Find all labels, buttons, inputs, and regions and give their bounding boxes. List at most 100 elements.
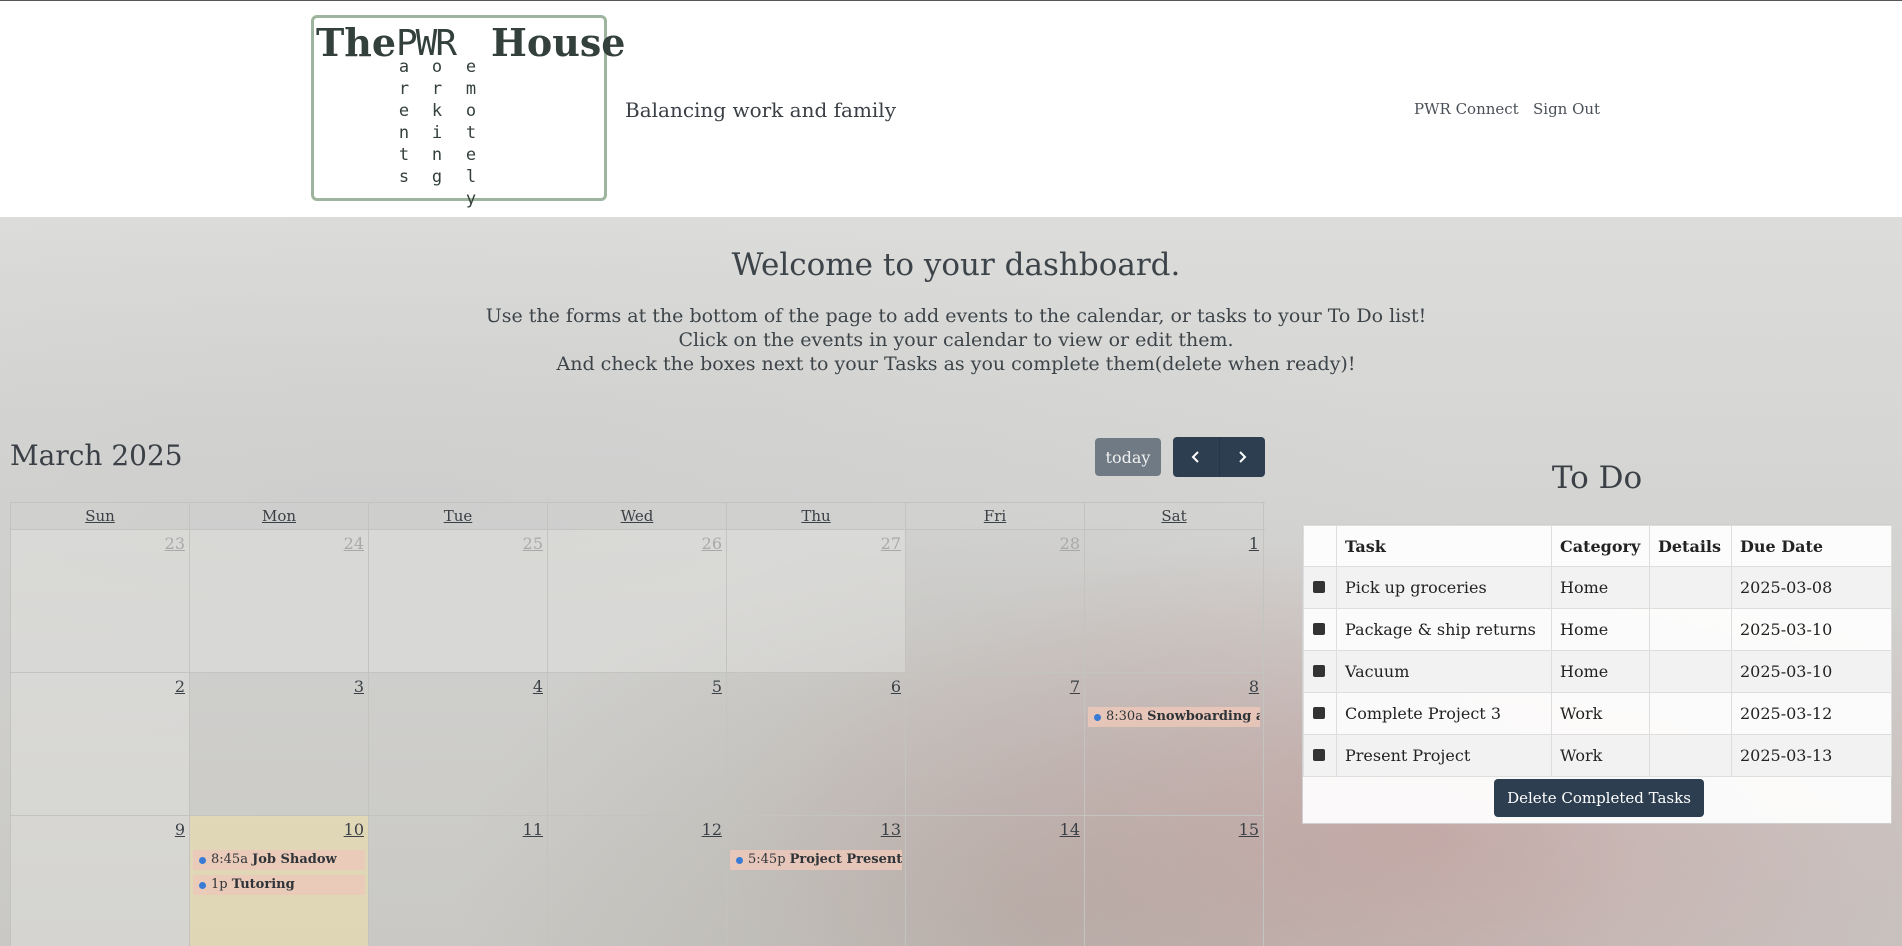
site-logo[interactable]: The PWR House a r e n t s o r k i n g e … xyxy=(311,15,625,209)
calendar-title: March 2025 xyxy=(10,439,183,472)
day-cell[interactable]: 28 xyxy=(906,530,1085,673)
day-cell[interactable]: 24 xyxy=(190,530,369,673)
day-header-mon[interactable]: Mon xyxy=(190,503,369,529)
calendar-event[interactable]: 5:45p Project Presentat xyxy=(730,850,902,870)
task-name: Present Project xyxy=(1336,734,1552,777)
event-title: Tutoring xyxy=(231,877,295,892)
day-number[interactable]: 7 xyxy=(1070,677,1080,696)
todo-table: Task Category Details Due Date Pick up g… xyxy=(1303,525,1892,777)
task-name: Vacuum xyxy=(1336,650,1552,693)
day-cell[interactable]: 11 xyxy=(369,816,548,946)
prev-month-button[interactable] xyxy=(1173,437,1219,477)
day-number[interactable]: 24 xyxy=(344,534,364,553)
task-checkbox-cell xyxy=(1303,734,1337,777)
task-category: Home xyxy=(1551,566,1650,609)
task-checkbox[interactable] xyxy=(1313,623,1325,635)
day-header-wed[interactable]: Wed xyxy=(548,503,727,529)
calendar-event[interactable]: 1p Tutoring xyxy=(193,875,365,895)
day-cell-today[interactable]: 10 8:45a Job Shadow 1p Tutoring xyxy=(190,816,369,946)
next-month-button[interactable] xyxy=(1218,437,1266,477)
event-dot-icon xyxy=(1094,714,1101,721)
logo-parents: a r e n t s xyxy=(398,57,410,187)
day-number[interactable]: 28 xyxy=(1060,534,1080,553)
calendar-body: 23 24 25 26 27 28 1 2 3 4 5 6 7 8 8:30a … xyxy=(10,530,1265,946)
day-number[interactable]: 12 xyxy=(702,820,722,839)
event-time: 5:45p xyxy=(748,852,786,867)
day-cell[interactable]: 27 xyxy=(727,530,906,673)
calendar-event[interactable]: 8:45a Job Shadow xyxy=(193,850,365,870)
day-number[interactable]: 15 xyxy=(1239,820,1259,839)
todo-panel: Task Category Details Due Date Pick up g… xyxy=(1302,524,1892,824)
day-cell[interactable]: 4 xyxy=(369,673,548,816)
day-number[interactable]: 8 xyxy=(1249,677,1259,696)
day-header-fri[interactable]: Fri xyxy=(906,503,1085,529)
day-number[interactable]: 1 xyxy=(1249,534,1259,553)
todo-header-category: Category xyxy=(1551,525,1650,567)
table-row: Present Project Work 2025-03-13 xyxy=(1303,734,1892,777)
task-checkbox[interactable] xyxy=(1313,581,1325,593)
day-number[interactable]: 9 xyxy=(175,820,185,839)
task-due: 2025-03-10 xyxy=(1731,650,1892,693)
day-cell[interactable]: 25 xyxy=(369,530,548,673)
day-number[interactable]: 13 xyxy=(881,820,901,839)
page-title: Welcome to your dashboard. xyxy=(731,247,1181,283)
event-time: 8:30a xyxy=(1106,709,1143,724)
day-number[interactable]: 27 xyxy=(881,534,901,553)
day-number[interactable]: 14 xyxy=(1060,820,1080,839)
day-cell[interactable]: 1 xyxy=(1085,530,1264,673)
day-cell[interactable]: 5 xyxy=(548,673,727,816)
task-category: Home xyxy=(1551,650,1650,693)
day-cell[interactable]: 9 xyxy=(11,816,190,946)
nav-pwr-connect[interactable]: PWR Connect xyxy=(1414,100,1519,118)
task-due: 2025-03-10 xyxy=(1731,608,1892,651)
calendar-grid: Sun Mon Tue Wed Thu Fri Sat 23 24 25 26 … xyxy=(10,502,1265,946)
day-number[interactable]: 23 xyxy=(165,534,185,553)
todo-header-task: Task xyxy=(1336,525,1552,567)
day-cell[interactable]: 14 xyxy=(906,816,1085,946)
day-cell[interactable]: 2 xyxy=(11,673,190,816)
day-header-tue[interactable]: Tue xyxy=(369,503,548,529)
day-number[interactable]: 10 xyxy=(344,820,364,839)
task-checkbox[interactable] xyxy=(1313,665,1325,677)
site-header: The PWR House a r e n t s o r k i n g e … xyxy=(0,1,1902,217)
calendar-event[interactable]: 8:30a Snowboarding at xyxy=(1088,707,1260,727)
day-cell[interactable]: 15 xyxy=(1085,816,1264,946)
table-row: Package & ship returns Home 2025-03-10 xyxy=(1303,608,1892,651)
day-cell[interactable]: 13 5:45p Project Presentat xyxy=(727,816,906,946)
task-checkbox[interactable] xyxy=(1313,707,1325,719)
day-cell[interactable]: 6 xyxy=(727,673,906,816)
calendar-nav xyxy=(1173,437,1265,477)
day-number[interactable]: 3 xyxy=(354,677,364,696)
day-cell[interactable]: 23 xyxy=(11,530,190,673)
task-details xyxy=(1649,650,1732,693)
delete-completed-button[interactable]: Delete Completed Tasks xyxy=(1494,779,1704,817)
task-due: 2025-03-13 xyxy=(1731,734,1892,777)
task-due: 2025-03-12 xyxy=(1731,692,1892,735)
day-number[interactable]: 26 xyxy=(702,534,722,553)
nav-sign-out[interactable]: Sign Out xyxy=(1533,100,1600,118)
day-header-sat[interactable]: Sat xyxy=(1085,503,1264,529)
day-number[interactable]: 6 xyxy=(891,677,901,696)
day-cell[interactable]: 8 8:30a Snowboarding at xyxy=(1085,673,1264,816)
day-header-thu[interactable]: Thu xyxy=(727,503,906,529)
day-number[interactable]: 5 xyxy=(712,677,722,696)
event-time: 1p xyxy=(211,877,228,892)
day-number[interactable]: 25 xyxy=(523,534,543,553)
day-cell[interactable]: 12 xyxy=(548,816,727,946)
today-button[interactable]: today xyxy=(1095,438,1161,476)
event-dot-icon xyxy=(199,882,206,889)
task-name: Complete Project 3 xyxy=(1336,692,1552,735)
day-number[interactable]: 11 xyxy=(523,820,543,839)
day-cell[interactable]: 26 xyxy=(548,530,727,673)
task-checkbox[interactable] xyxy=(1313,749,1325,761)
todo-header-due: Due Date xyxy=(1731,525,1892,567)
task-category: Work xyxy=(1551,692,1650,735)
day-number[interactable]: 2 xyxy=(175,677,185,696)
day-header-sun[interactable]: Sun xyxy=(11,503,190,529)
day-cell[interactable]: 7 xyxy=(906,673,1085,816)
day-cell[interactable]: 3 xyxy=(190,673,369,816)
task-checkbox-cell xyxy=(1303,566,1337,609)
logo-working: o r k i n g xyxy=(431,57,443,187)
task-checkbox-cell xyxy=(1303,608,1337,651)
day-number[interactable]: 4 xyxy=(533,677,543,696)
